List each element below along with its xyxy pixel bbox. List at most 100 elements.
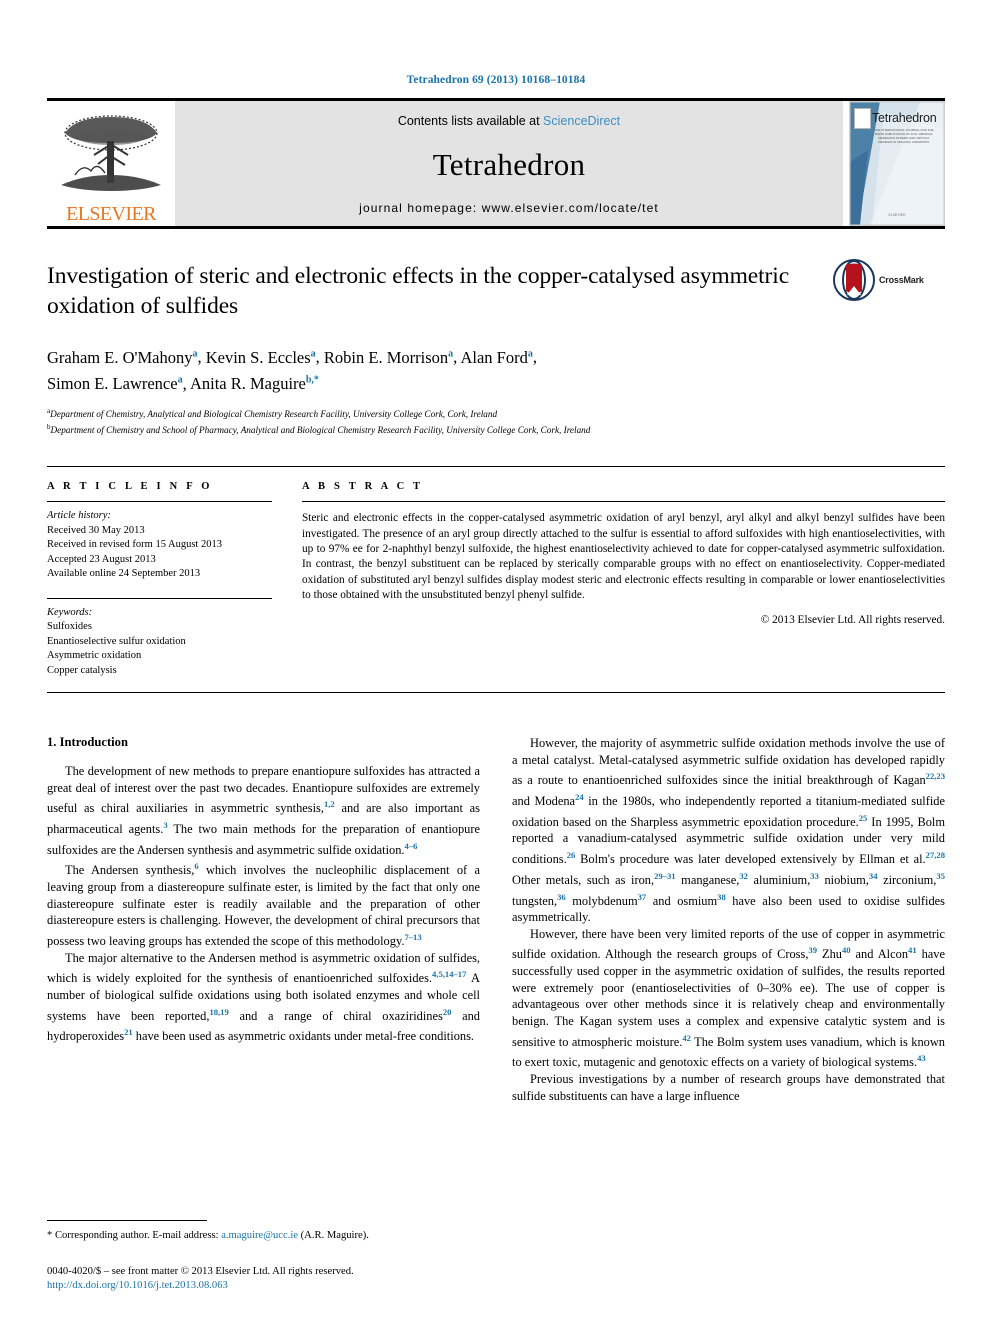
abstract-rule (302, 501, 945, 503)
paragraph: Previous investigations by a number of r… (512, 1071, 945, 1103)
author-affiliation-mark: b,* (305, 374, 319, 386)
keywords-block: Keywords: Sulfoxides Enantioselective su… (47, 597, 272, 679)
affiliation-item: aDepartment of Chemistry, Analytical and… (47, 405, 945, 421)
corresponding-prefix: * Corresponding author. E-mail address: (47, 1230, 222, 1241)
citation-ref[interactable]: 7–13 (404, 932, 421, 942)
citation-ref[interactable]: 25 (859, 813, 868, 823)
citation-ref[interactable]: 6 (194, 861, 198, 871)
running-head: Tetrahedron 69 (2013) 10168–10184 (406, 74, 586, 86)
citation-ref[interactable]: 35 (936, 871, 945, 881)
elsevier-logo: ELSEVIER (47, 101, 175, 226)
history-item: Accepted 23 August 2013 (47, 553, 156, 565)
history-item: Available online 24 September 2013 (47, 568, 201, 580)
abstract-text: Steric and electronic effects in the cop… (302, 512, 945, 602)
sciencedirect-link[interactable]: ScienceDirect (543, 114, 620, 128)
author-item: Robin E. Morrisona (324, 348, 453, 367)
citation-ref[interactable]: 36 (557, 892, 566, 902)
citation-ref[interactable]: 41 (908, 945, 917, 955)
corresponding-author-note: * Corresponding author. E-mail address: … (47, 1229, 467, 1243)
citation-ref[interactable]: 20 (443, 1007, 452, 1017)
citation-ref[interactable]: 1,2 (324, 799, 335, 809)
masthead-center: Contents lists available at ScienceDirec… (175, 101, 843, 226)
article-info-rule (47, 501, 272, 503)
author-item: Kevin S. Ecclesa (206, 348, 316, 367)
affiliation-text: Department of Chemistry, Analytical and … (50, 409, 498, 420)
info-abstract-section: A R T I C L E I N F O Article history: R… (47, 466, 945, 678)
journal-title: Tetrahedron (432, 146, 586, 182)
citation-ref[interactable]: 40 (842, 945, 851, 955)
keywords-label: Keywords: (47, 606, 93, 618)
author-name: Robin E. Morrison (323, 347, 449, 367)
citation-ref[interactable]: 32 (739, 871, 748, 881)
citation-ref[interactable]: 43 (917, 1053, 926, 1063)
crossmark-badge[interactable]: CrossMark (833, 257, 945, 303)
elsevier-wordmark: ELSEVIER (66, 203, 156, 225)
affiliation-text: Department of Chemistry and School of Ph… (50, 424, 591, 435)
journal-homepage-link[interactable]: journal homepage: www.elsevier.com/locat… (359, 201, 659, 215)
affiliation-item: bDepartment of Chemistry and School of P… (47, 421, 945, 437)
issn-line: 0040-4020/$ – see front matter © 2013 El… (47, 1266, 354, 1277)
corresponding-email-link[interactable]: a.maguire@ucc.ie (221, 1230, 298, 1241)
citation-ref[interactable]: 26 (567, 850, 576, 860)
author-name: Simon E. Lawrence (47, 374, 178, 393)
paragraph: The development of new methods to prepar… (47, 764, 481, 857)
keyword-item: Asymmetric oxidation (47, 650, 142, 662)
citation-ref[interactable]: 27,28 (926, 850, 945, 860)
citation-ref[interactable]: 4,5,14–17 (432, 969, 466, 979)
paragraph: The major alternative to the Andersen me… (47, 950, 480, 1044)
abstract-column: A B S T R A C T Steric and electronic ef… (302, 481, 945, 678)
keyword-item: Sulfoxides (47, 621, 92, 633)
body-columns: 1. Introduction The development of new m… (47, 735, 945, 1104)
citation-ref[interactable]: 37 (638, 892, 647, 902)
contents-prefix: Contents lists available at (397, 114, 544, 128)
citation-ref[interactable]: 33 (810, 871, 819, 881)
cover-subtitle: THE INTERNATIONAL JOURNAL FOR THE RAPID … (874, 128, 934, 144)
body-column-left: 1. Introduction The development of new m… (47, 735, 480, 1104)
title-block: Investigation of steric and electronic e… (47, 259, 945, 321)
keywords-rule (47, 597, 272, 599)
citation-ref[interactable]: 42 (682, 1033, 691, 1043)
keyword-item: Enantioselective sulfur oxidation (47, 635, 186, 647)
author-item: Simon E. Lawrencea (47, 374, 183, 393)
article-history-label: Article history: (47, 510, 111, 522)
citation-ref[interactable]: 3 (163, 820, 167, 830)
article-info-heading: A R T I C L E I N F O (47, 481, 213, 493)
paragraph: However, there have been very limited re… (512, 926, 945, 1070)
citation-ref[interactable]: 4–6 (405, 841, 418, 851)
article-info-column: A R T I C L E I N F O Article history: R… (47, 481, 302, 678)
crossmark-icon (833, 259, 875, 301)
author-affiliation-mark: a (192, 348, 198, 359)
author-item: Anita R. Maguireb,* (190, 374, 319, 393)
contents-available-line: Contents lists available at ScienceDirec… (398, 114, 620, 128)
citation-ref[interactable]: 29–31 (654, 871, 675, 881)
abstract-heading: A B S T R A C T (302, 481, 424, 493)
info-abstract-bottom-rule (47, 692, 945, 694)
author-affiliation-mark: a (448, 348, 454, 359)
affiliation-list: aDepartment of Chemistry, Analytical and… (47, 405, 945, 436)
citation-ref[interactable]: 34 (869, 871, 878, 881)
author-name: Kevin S. Eccles (205, 347, 311, 367)
corresponding-suffix: (A.R. Maguire). (298, 1230, 369, 1241)
page-footer: * Corresponding author. E-mail address: … (47, 1220, 467, 1293)
citation-ref[interactable]: 38 (717, 892, 726, 902)
crossmark-label: CrossMark (879, 275, 924, 285)
doi-link[interactable]: http://dx.doi.org/10.1016/j.tet.2013.08.… (47, 1279, 467, 1293)
journal-cover-thumbnail: Tetrahedron THE INTERNATIONAL JOURNAL FO… (849, 101, 945, 226)
citation-ref[interactable]: 24 (575, 792, 584, 802)
citation-ref[interactable]: 39 (808, 945, 817, 955)
body-column-right: However, the majority of asymmetric sulf… (512, 735, 945, 1104)
page-title: Investigation of steric and electronic e… (47, 263, 790, 319)
citation-ref[interactable]: 22,23 (926, 771, 945, 781)
citation-ref[interactable]: 21 (124, 1027, 133, 1037)
author-name: Anita R. Maguire (189, 374, 306, 393)
history-item: Received in revised form 15 August 2013 (47, 539, 222, 551)
author-name: Graham E. O'Mahony (47, 347, 193, 367)
author-item: Alan Forda (460, 348, 532, 367)
issn-copyright-block: 0040-4020/$ – see front matter © 2013 El… (47, 1265, 467, 1293)
paragraph: However, the majority of asymmetric sulf… (512, 736, 946, 925)
journal-masthead: ELSEVIER Contents lists available at Sci… (47, 98, 945, 226)
citation-ref[interactable]: 18,19 (209, 1007, 228, 1017)
abstract-copyright: © 2013 Elsevier Ltd. All rights reserved… (760, 613, 945, 626)
author-affiliation-mark: a (527, 348, 533, 359)
cover-badge-icon (854, 108, 871, 129)
